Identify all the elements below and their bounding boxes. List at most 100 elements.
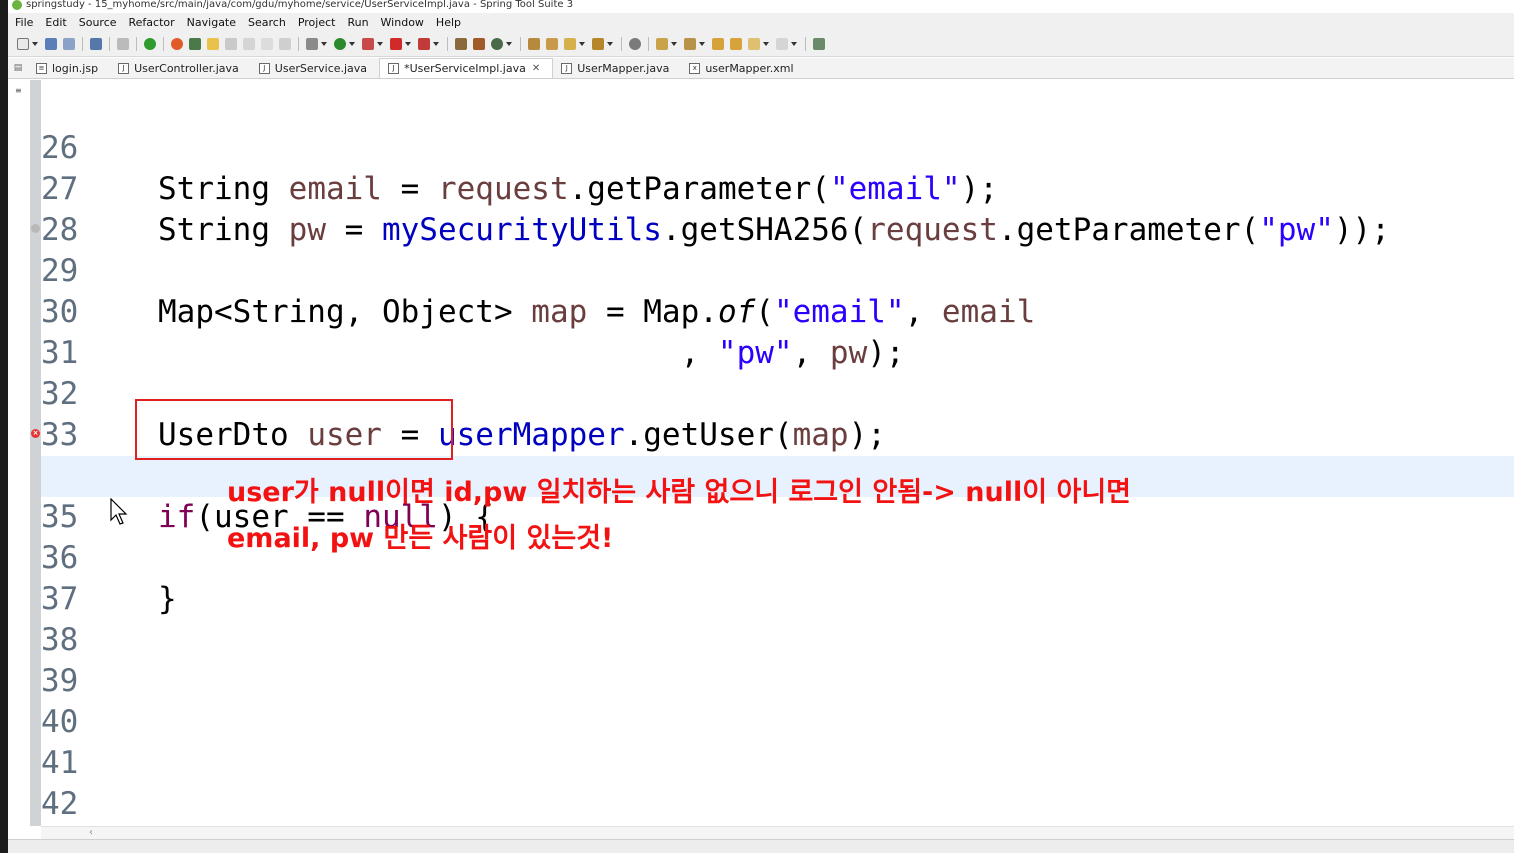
horizontal-scrollbar[interactable]: ‹ — [41, 826, 1514, 839]
tab-label: login.jsp — [52, 61, 99, 75]
code-line: 42 — [41, 743, 1514, 822]
chevron-down-icon[interactable] — [699, 41, 705, 46]
new-java-class-icon[interactable] — [473, 37, 485, 50]
chevron-down-icon[interactable] — [791, 41, 797, 46]
code-line: 26 String email = request.getParameter("… — [41, 87, 1514, 207]
tab-login-jsp[interactable]: ≡ login.jsp — [28, 58, 110, 78]
java-file-icon: J — [258, 62, 270, 74]
start-server-icon[interactable] — [144, 37, 156, 50]
chevron-down-icon[interactable] — [349, 41, 355, 46]
window-title: springstudy - 15_myhome/src/main/java/co… — [26, 0, 574, 10]
chevron-down-icon[interactable] — [506, 41, 512, 46]
open-type-icon[interactable] — [528, 37, 540, 50]
chevron-down-icon[interactable] — [32, 41, 38, 46]
external-tools-icon[interactable] — [418, 37, 430, 50]
pin-editor-icon[interactable] — [813, 37, 825, 50]
left-dark-strip — [0, 0, 8, 853]
menu-file[interactable]: File — [8, 16, 38, 29]
refresh-icon[interactable] — [171, 37, 183, 50]
annotation-line-2: email, pw 만든 사람이 있는것! — [227, 523, 614, 554]
mark-occurrences-icon[interactable] — [207, 37, 219, 50]
word-wrap-icon[interactable] — [279, 37, 291, 50]
pilcrow-icon[interactable] — [261, 37, 273, 50]
toolbar-separator — [447, 36, 448, 51]
tab-label: UserMapper.java — [577, 61, 670, 75]
chevron-down-icon[interactable] — [433, 41, 439, 46]
menu-window[interactable]: Window — [374, 16, 429, 29]
tab-user-service-impl-java[interactable]: J *UserServiceImpl.java ✕ — [379, 58, 554, 78]
tab-label: userMapper.xml — [705, 61, 794, 75]
chevron-down-icon[interactable] — [377, 41, 383, 46]
close-icon[interactable]: ✕ — [532, 63, 540, 74]
run-icon[interactable] — [334, 37, 346, 50]
new-java-package-icon[interactable] — [455, 37, 467, 50]
menu-help[interactable]: Help — [429, 16, 466, 29]
main-toolbar — [8, 31, 1514, 57]
menu-project[interactable]: Project — [291, 16, 341, 29]
skip-breakpoints-icon[interactable] — [117, 37, 129, 50]
tab-label: *UserServiceImpl.java — [404, 62, 526, 75]
chevron-down-icon[interactable] — [671, 41, 677, 46]
fold-marker-icon[interactable] — [31, 224, 40, 233]
next-annotation-icon[interactable] — [656, 37, 668, 50]
back-icon[interactable] — [730, 37, 742, 50]
show-whitespace-icon[interactable] — [243, 37, 255, 50]
annotation-line-1: user가 null이면 id,pw 일치하는 사람 없으니 로그인 안됨-> … — [227, 477, 1132, 508]
toolbar-separator — [163, 36, 164, 51]
stop-icon[interactable] — [390, 37, 402, 50]
task-icon[interactable] — [564, 37, 576, 50]
chevron-down-icon[interactable] — [321, 41, 327, 46]
code-line: 27 String pw = mySecurityUtils.getSHA256… — [41, 128, 1514, 248]
chevron-down-icon[interactable] — [579, 41, 585, 46]
tab-user-controller-java[interactable]: J UserController.java — [110, 58, 251, 78]
jsp-file-icon: ≡ — [36, 62, 47, 74]
toolbar-separator — [621, 36, 622, 51]
quick-access-icon[interactable]: ≡ — [15, 86, 23, 95]
new-icon[interactable] — [17, 37, 29, 50]
tab-user-service-java[interactable]: J UserService.java — [251, 58, 379, 78]
outline-ruler: ≡ — [8, 80, 30, 826]
annotation-highlight-box — [135, 399, 453, 460]
menu-search[interactable]: Search — [241, 16, 291, 29]
menu-source[interactable]: Source — [72, 16, 122, 29]
forward-arrow-icon[interactable] — [776, 37, 788, 50]
line-number-gutter: × — [30, 80, 41, 826]
back-arrow-icon[interactable] — [748, 37, 760, 50]
globe-icon[interactable] — [629, 37, 641, 50]
chevron-down-icon[interactable] — [763, 41, 769, 46]
toolbar-separator — [520, 36, 521, 51]
terminal-icon[interactable] — [90, 37, 102, 50]
toolbar-separator — [109, 36, 110, 51]
menu-refactor[interactable]: Refactor — [122, 16, 180, 29]
code-line: 41 — [41, 702, 1514, 781]
open-resource-icon[interactable] — [546, 37, 558, 50]
last-edit-icon[interactable] — [712, 37, 724, 50]
menu-edit[interactable]: Edit — [38, 16, 71, 29]
java-file-icon: J — [388, 63, 400, 74]
code-line: 40 — [41, 661, 1514, 740]
menu-navigate[interactable]: Navigate — [180, 16, 241, 29]
chevron-down-icon[interactable] — [607, 41, 613, 46]
previous-annotation-icon[interactable] — [684, 37, 696, 50]
save-all-icon[interactable] — [63, 37, 75, 50]
code-line: 32 UserDto user = userMapper.getUser(map… — [41, 333, 1514, 453]
code-line: 29 Map<String, Object> map = Map.of("ema… — [41, 210, 1514, 330]
view-menu-icon[interactable]: ▤ — [8, 58, 28, 78]
tab-user-mapper-xml[interactable]: x userMapper.xml — [681, 58, 805, 78]
code-line: 43 — [41, 784, 1514, 825]
chevron-left-icon[interactable]: ‹ — [89, 827, 93, 839]
spring-tool-suite-icon — [12, 0, 22, 10]
new-spring-project-icon[interactable] — [491, 37, 503, 50]
tab-user-mapper-java[interactable]: J UserMapper.java — [553, 58, 681, 78]
debug-icon[interactable] — [306, 37, 318, 50]
chevron-down-icon[interactable] — [405, 41, 411, 46]
search-icon[interactable] — [592, 37, 604, 50]
error-marker-icon[interactable]: × — [31, 429, 40, 438]
coverage-icon[interactable] — [362, 37, 374, 50]
save-icon[interactable] — [45, 37, 57, 50]
spring-boot-icon[interactable] — [189, 37, 201, 50]
java-file-icon: J — [118, 62, 130, 74]
code-line: 30 , "pw", pw); — [41, 251, 1514, 371]
menu-run[interactable]: Run — [340, 16, 373, 29]
block-selection-icon[interactable] — [225, 37, 237, 50]
